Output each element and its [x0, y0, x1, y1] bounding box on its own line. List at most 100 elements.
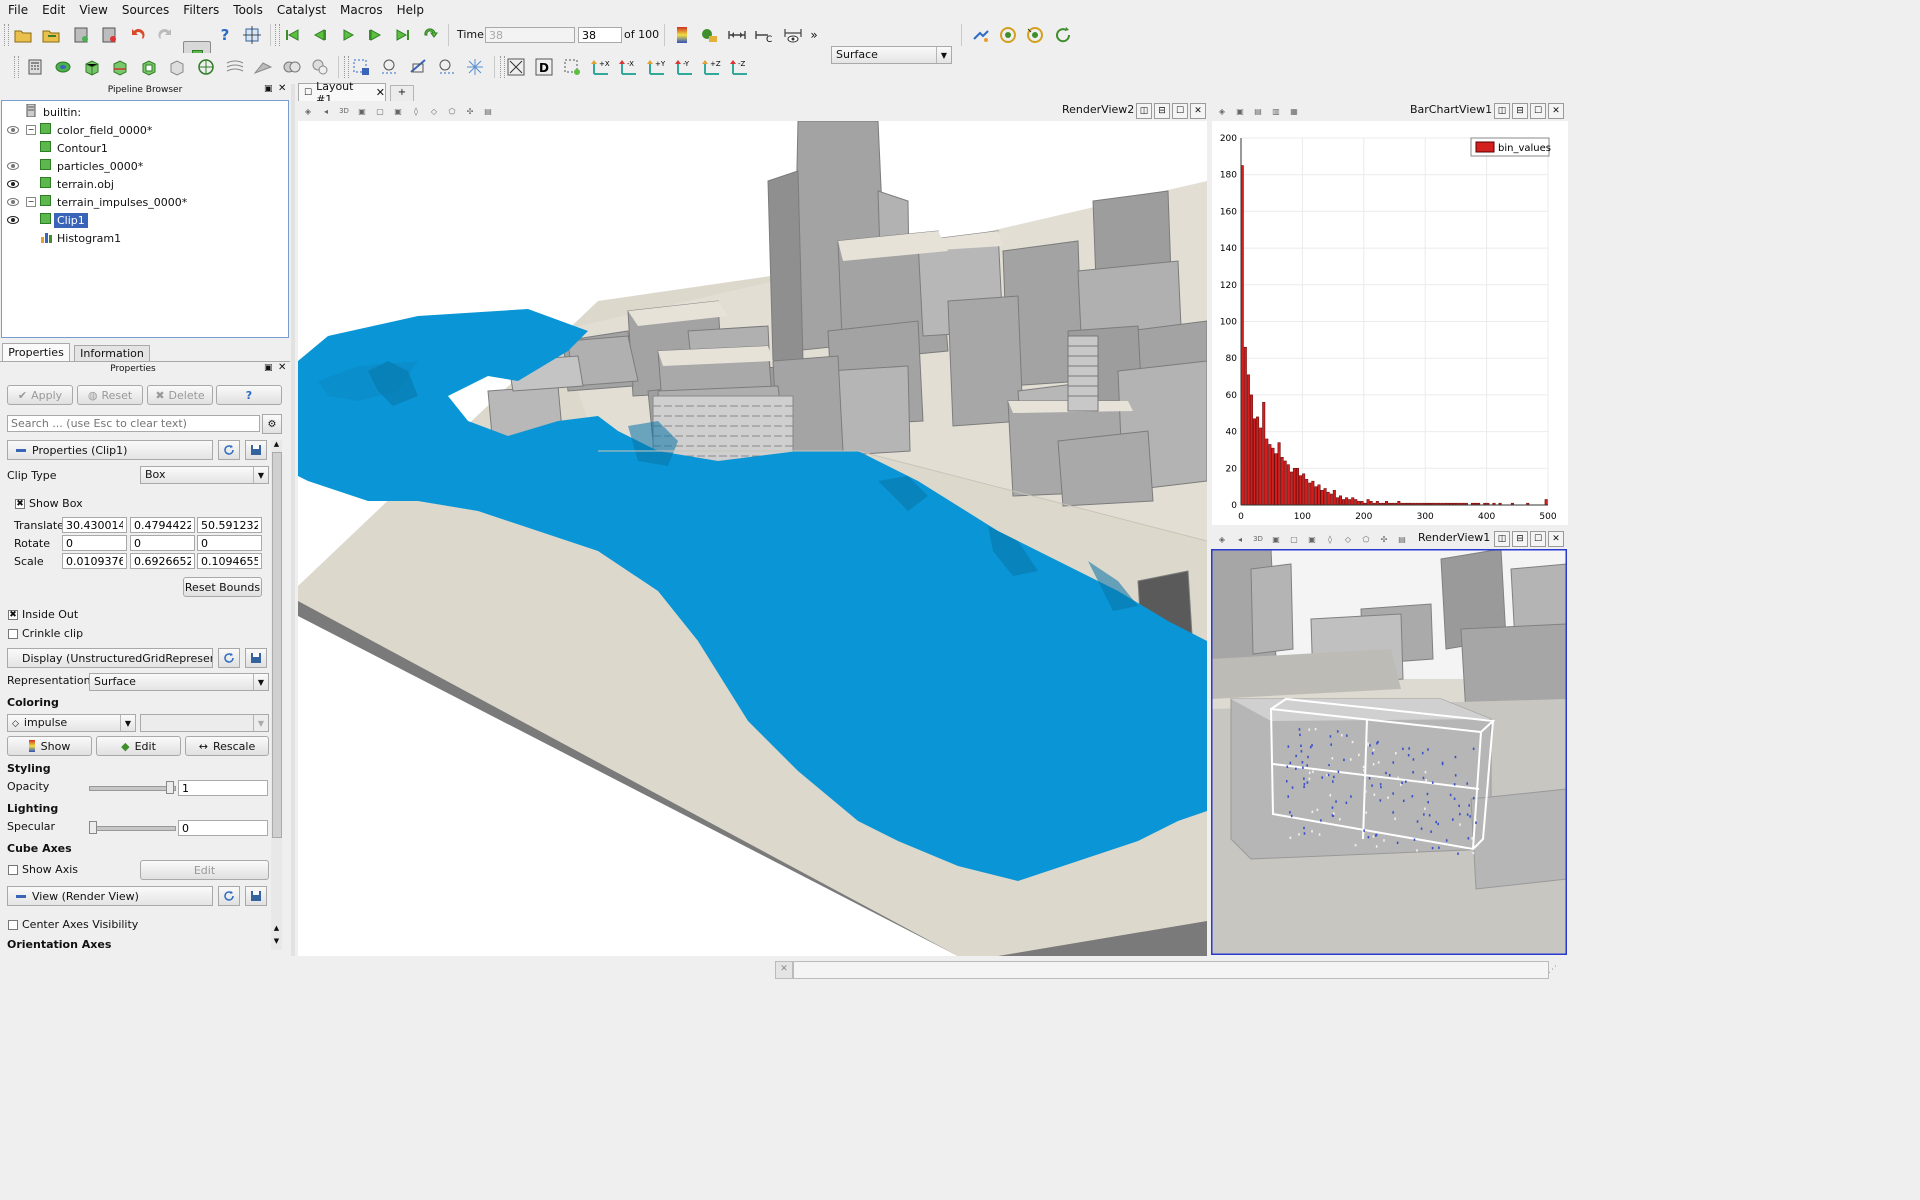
representation-select[interactable]: Surface ▼ — [89, 673, 269, 691]
menu-filters[interactable]: Filters — [175, 3, 225, 17]
slice-icon[interactable] — [109, 56, 131, 78]
reset-camera-icon[interactable] — [997, 24, 1019, 46]
progress-abort-icon[interactable]: ✕ — [775, 961, 793, 979]
split-horizontal-icon[interactable]: ◫ — [1494, 531, 1510, 547]
view-minus-x-icon[interactable]: -X — [617, 56, 639, 78]
section-properties-clip1[interactable]: Properties (Clip1) — [7, 440, 213, 460]
save-defaults-icon[interactable] — [245, 440, 267, 460]
interactive-select-icon[interactable]: ✣ — [1378, 533, 1390, 545]
translate-z-field[interactable] — [197, 517, 262, 533]
timestep-spinbox[interactable] — [578, 27, 622, 43]
capture-icon[interactable]: ▣ — [356, 105, 368, 117]
specular-field[interactable] — [178, 820, 268, 836]
close-view-icon[interactable]: ✕ — [1548, 103, 1564, 119]
recent-files-icon[interactable] — [40, 24, 62, 46]
collapse-icon[interactable]: − — [26, 125, 36, 135]
close-panel-icon[interactable]: ✕ — [278, 83, 286, 94]
inside-out-checkbox[interactable]: ✖ — [8, 610, 18, 620]
menu-edit[interactable]: Edit — [34, 3, 71, 17]
translate-x-field[interactable] — [62, 517, 127, 533]
redo-icon[interactable] — [154, 24, 176, 46]
edit-color-map-button[interactable]: ◆ Edit — [96, 736, 181, 756]
split-horizontal-icon[interactable]: ◫ — [1494, 103, 1510, 119]
pipeline-item[interactable]: terrain.obj — [2, 175, 288, 193]
gear-icon[interactable]: ⚙ — [262, 414, 282, 434]
clear-selection-icon[interactable]: ▤ — [1396, 533, 1408, 545]
camera-undo-icon[interactable]: ◂ — [320, 105, 332, 117]
reset-camera-icon[interactable]: ◈ — [1216, 533, 1228, 545]
scale-z-field[interactable] — [197, 553, 262, 569]
rotate-left-icon[interactable] — [1024, 24, 1046, 46]
chart-select-add-icon[interactable]: ▤ — [1252, 105, 1264, 117]
show-color-legend-button[interactable]: Show — [7, 736, 92, 756]
save-defaults-icon[interactable] — [245, 886, 267, 906]
color-legend-icon[interactable] — [671, 24, 693, 46]
renderview1-viewport[interactable] — [1211, 549, 1567, 955]
pipeline-item[interactable]: Contour1 — [2, 139, 288, 157]
reset-camera-icon[interactable]: ◈ — [302, 105, 314, 117]
section-view-render[interactable]: View (Render View) — [7, 886, 213, 906]
properties-scrollbar[interactable]: ▲ ▲ ▼ — [271, 440, 282, 950]
select-block-icon[interactable]: ◇ — [428, 105, 440, 117]
specular-slider-handle[interactable] — [89, 821, 97, 834]
select-cells-through-icon[interactable] — [407, 56, 429, 78]
group-datasets-icon[interactable] — [281, 56, 303, 78]
specular-slider-track[interactable] — [89, 826, 176, 831]
maximize-view-icon[interactable]: ☐ — [1530, 103, 1546, 119]
clip-icon[interactable] — [81, 56, 103, 78]
rotate-right-icon[interactable] — [1052, 24, 1074, 46]
opacity-slider-handle[interactable] — [166, 781, 174, 794]
delete-button[interactable]: ✖ Delete — [147, 385, 213, 405]
restore-defaults-icon[interactable] — [218, 648, 240, 668]
center-axes-visibility-checkbox[interactable] — [8, 920, 18, 930]
select-points-through-icon[interactable] — [436, 56, 458, 78]
toggle-3d-icon[interactable]: 3D — [338, 105, 350, 117]
extract-subset-icon[interactable] — [166, 56, 188, 78]
menu-help[interactable]: Help — [389, 3, 430, 17]
more-toolbar-icon[interactable]: » — [806, 24, 822, 46]
pick-center-icon[interactable] — [241, 24, 263, 46]
rescale-visible-icon[interactable] — [782, 24, 804, 46]
crinkle-clip-checkbox[interactable] — [8, 629, 18, 639]
menu-sources[interactable]: Sources — [114, 3, 175, 17]
visibility-eye-icon[interactable] — [7, 180, 19, 188]
visibility-eye-icon[interactable] — [7, 216, 19, 224]
camera-undo-icon[interactable]: ◂ — [1234, 533, 1246, 545]
chart-select-toggle-icon[interactable]: ▦ — [1288, 105, 1300, 117]
warp-vector-icon[interactable] — [252, 56, 274, 78]
opacity-slider-track[interactable] — [89, 786, 176, 791]
calculator-icon[interactable] — [24, 56, 46, 78]
clip-type-dropdown[interactable]: Box ▼ — [140, 466, 269, 484]
apply-button[interactable]: ✔ Apply — [7, 385, 73, 405]
pipeline-item[interactable]: Histogram1 — [2, 229, 288, 247]
extract-level-icon[interactable] — [309, 56, 331, 78]
help-button[interactable]: ? — [216, 385, 282, 405]
color-by-dropdown[interactable]: ◇ impulse ▼ — [7, 714, 136, 732]
interactive-select-icon[interactable]: ✣ — [464, 105, 476, 117]
rotate-y-field[interactable] — [130, 535, 195, 551]
tab-information[interactable]: Information — [74, 345, 150, 362]
translate-y-field[interactable] — [130, 517, 195, 533]
restore-defaults-icon[interactable] — [218, 886, 240, 906]
split-horizontal-icon[interactable]: ◫ — [1136, 103, 1152, 119]
toggle-3d-icon[interactable]: 3D — [1252, 533, 1264, 545]
menu-tools[interactable]: Tools — [225, 3, 269, 17]
glyph-icon[interactable] — [195, 56, 217, 78]
save-defaults-icon[interactable] — [245, 648, 267, 668]
select-cells-icon[interactable]: ▢ — [1288, 533, 1300, 545]
interactive-select-icon[interactable] — [464, 56, 486, 78]
capture-icon[interactable]: ▣ — [1270, 533, 1282, 545]
rescale-icon[interactable] — [726, 24, 748, 46]
contour-icon[interactable] — [52, 56, 74, 78]
select-frustum-icon[interactable]: ◊ — [410, 105, 422, 117]
scale-x-field[interactable] — [62, 553, 127, 569]
float-panel-icon[interactable]: ▣ — [264, 84, 273, 94]
split-vertical-icon[interactable]: ⊟ — [1154, 103, 1170, 119]
reset-button[interactable]: ◍ Reset — [77, 385, 143, 405]
first-frame-icon[interactable] — [281, 24, 303, 46]
close-view-icon[interactable]: ✕ — [1548, 531, 1564, 547]
view-minus-z-icon[interactable]: -Z — [728, 56, 750, 78]
select-polygon-icon[interactable]: ⬠ — [446, 105, 458, 117]
chart-select-icon[interactable]: ▣ — [1234, 105, 1246, 117]
resize-grip-icon[interactable]: ⋰ — [1548, 965, 1557, 975]
